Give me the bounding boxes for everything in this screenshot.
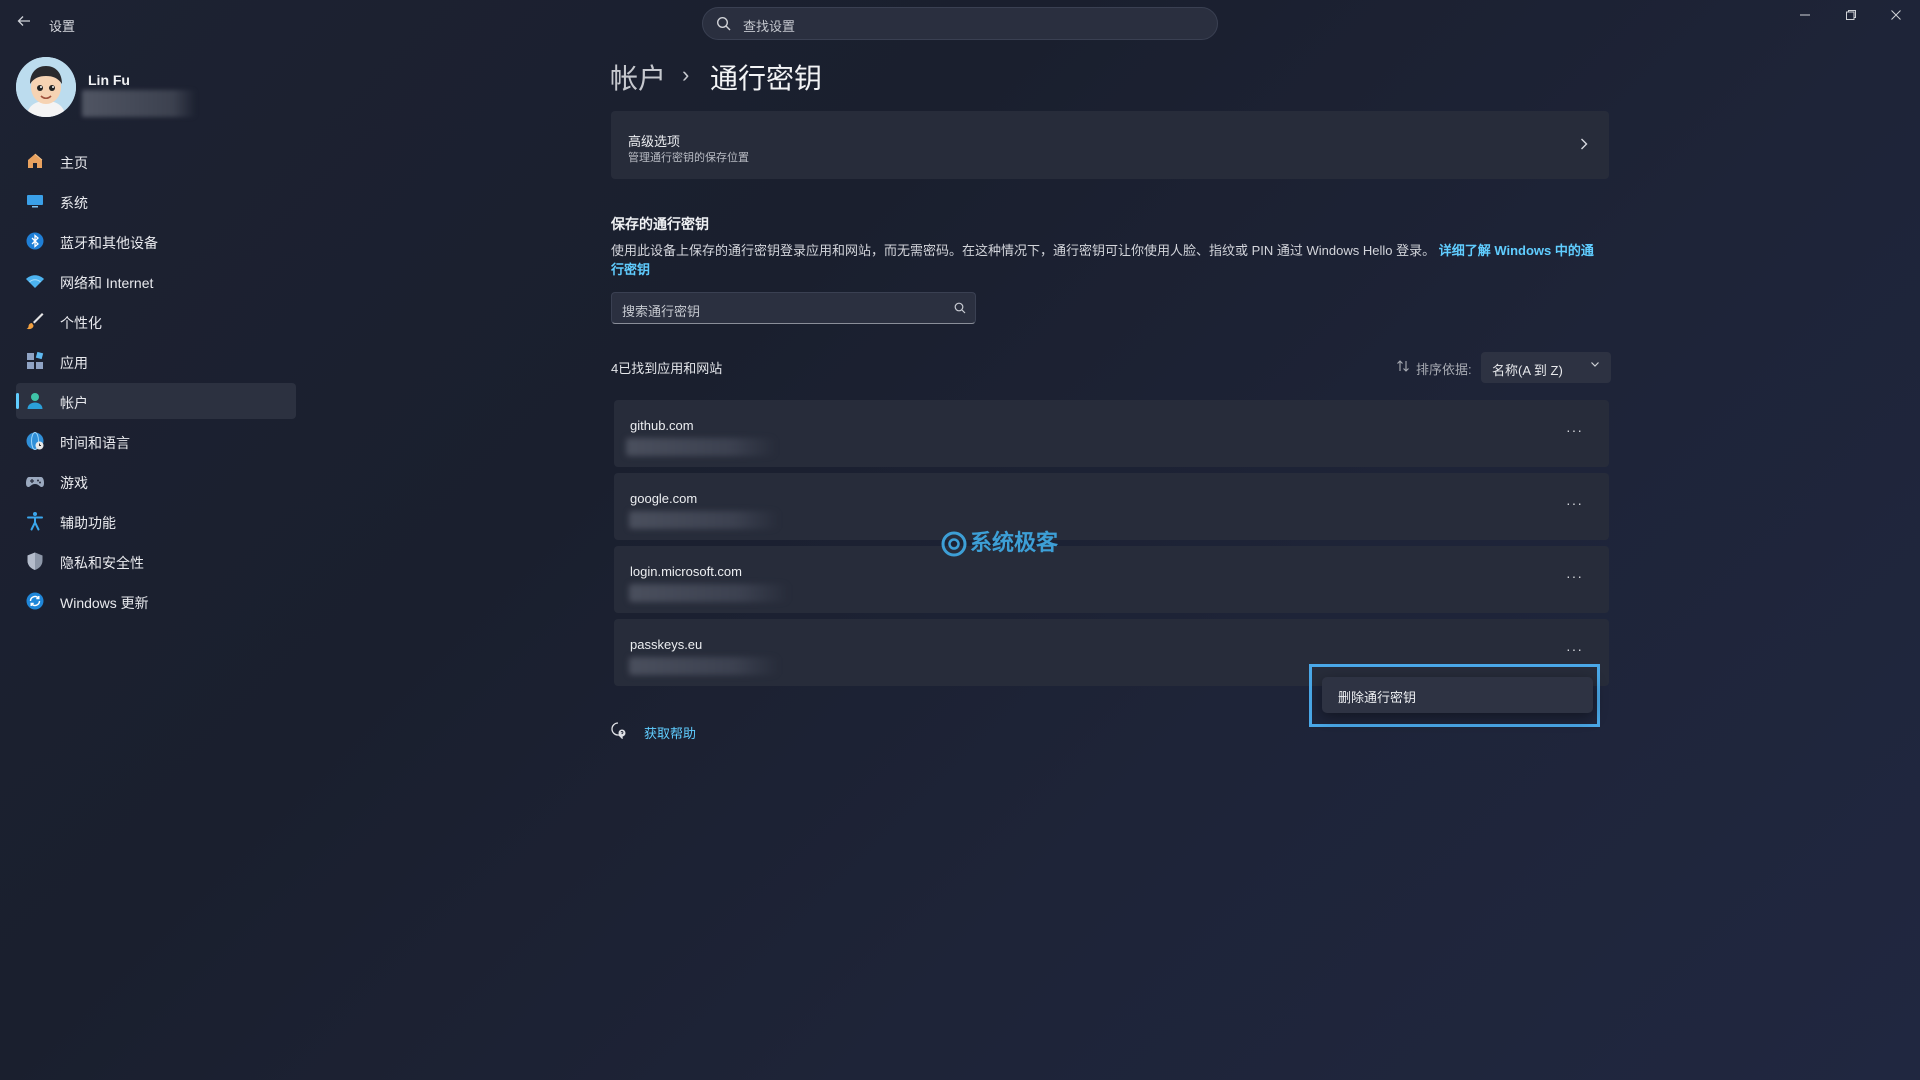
- search-placeholder: 查找设置: [743, 19, 796, 34]
- chevron-right-icon: [1578, 137, 1590, 156]
- back-arrow-icon: [17, 16, 30, 26]
- avatar-cartoon-icon: [16, 57, 76, 117]
- sidebar-item-label: 系统: [60, 195, 88, 211]
- help-icon: [611, 722, 626, 739]
- passkey-site: login.microsoft.com: [630, 564, 742, 579]
- sidebar-item-label: 隐私和安全性: [60, 555, 144, 571]
- section-description: 使用此设备上保存的通行密钥登录应用和网站，而无需密码。在这种情况下，通行密钥可让…: [611, 241, 1601, 279]
- description-text: 使用此设备上保存的通行密钥登录应用和网站，而无需密码。在这种情况下，通行密钥可让…: [611, 243, 1436, 258]
- list-item[interactable]: github.com ···: [614, 400, 1609, 467]
- sidebar-item-windows-update[interactable]: Windows 更新: [16, 583, 296, 619]
- active-indicator: [16, 393, 19, 409]
- system-icon: [27, 195, 43, 208]
- more-options-button[interactable]: ···: [1566, 422, 1583, 438]
- sort-label: 排序依据:: [1416, 362, 1472, 377]
- bluetooth-icon: [26, 232, 44, 250]
- page-title: 通行密钥: [710, 63, 823, 94]
- passkey-site: github.com: [630, 418, 694, 433]
- sidebar-item-label: 个性化: [60, 315, 102, 331]
- minimize-button[interactable]: [1793, 8, 1817, 26]
- sidebar-item-label: 辅助功能: [60, 515, 116, 531]
- passkey-username-redacted: [629, 584, 789, 602]
- passkey-search-input[interactable]: 搜索通行密钥: [611, 292, 976, 324]
- sidebar-item-system[interactable]: 系统: [16, 183, 296, 219]
- delete-passkey-menu-item[interactable]: 删除通行密钥: [1338, 687, 1416, 706]
- user-email-redacted: [82, 90, 196, 117]
- sidebar-item-privacy[interactable]: 隐私和安全性: [16, 543, 296, 579]
- account-icon: [27, 393, 43, 409]
- watermark-logo-icon: [941, 531, 967, 557]
- sidebar-item-personalization[interactable]: 个性化: [16, 303, 296, 339]
- breadcrumb-separator: ›: [682, 62, 690, 87]
- home-icon: [28, 153, 43, 168]
- sidebar-item-accessibility[interactable]: 辅助功能: [16, 503, 296, 539]
- close-icon: [1891, 10, 1901, 20]
- gamepad-icon: [26, 477, 44, 487]
- advanced-options-title: 高级选项: [628, 134, 681, 149]
- sidebar-item-label: Windows 更新: [60, 595, 149, 611]
- sidebar-item-gaming[interactable]: 游戏: [16, 463, 296, 499]
- avatar[interactable]: [16, 57, 76, 117]
- passkey-username-redacted: [629, 657, 779, 675]
- sidebar-item-label: 蓝牙和其他设备: [60, 235, 158, 251]
- search-icon: [716, 16, 731, 31]
- app-title: 设置: [49, 19, 76, 34]
- sidebar-item-bluetooth[interactable]: 蓝牙和其他设备: [16, 223, 296, 259]
- sidebar-item-network[interactable]: 网络和 Internet: [16, 263, 296, 299]
- passkey-search-placeholder: 搜索通行密钥: [622, 304, 701, 319]
- watermark: 系统极客: [940, 525, 1058, 558]
- sidebar-item-home[interactable]: 主页: [16, 143, 296, 179]
- context-menu: 删除通行密钥: [1322, 677, 1593, 713]
- sidebar-item-label: 主页: [60, 155, 88, 171]
- sort-icon: [1396, 359, 1410, 376]
- apps-icon: [27, 351, 44, 369]
- wifi-icon: [26, 275, 44, 288]
- passkey-site: google.com: [630, 491, 698, 506]
- passkey-username-redacted: [626, 438, 776, 456]
- advanced-options-subtitle: 管理通行密钥的保存位置: [628, 152, 749, 164]
- passkey-site: passkeys.eu: [630, 637, 703, 652]
- shield-icon: [27, 552, 43, 570]
- accessibility-icon: [27, 512, 43, 531]
- sidebar-item-label: 网络和 Internet: [60, 275, 154, 291]
- user-name: Lin Fu: [88, 72, 130, 88]
- search-icon: [954, 302, 966, 314]
- sort-dropdown[interactable]: 名称(A 到 Z): [1481, 352, 1611, 383]
- advanced-options-card[interactable]: [611, 111, 1609, 179]
- minimize-icon: [1800, 14, 1810, 16]
- breadcrumb-parent[interactable]: 帐户: [610, 57, 666, 97]
- section-title: 保存的通行密钥: [611, 216, 709, 232]
- watermark-text: 系统极客: [970, 530, 1059, 555]
- more-options-button[interactable]: ···: [1566, 568, 1583, 584]
- chevron-down-icon: [1590, 359, 1600, 372]
- sidebar-item-apps[interactable]: 应用: [16, 343, 296, 379]
- back-button[interactable]: [14, 14, 34, 34]
- more-options-button[interactable]: ···: [1566, 495, 1583, 511]
- sidebar-item-label: 时间和语言: [60, 435, 130, 451]
- get-help-link[interactable]: 获取帮助: [644, 723, 696, 742]
- sidebar-item-label: 游戏: [60, 475, 88, 491]
- sidebar-item-time-language[interactable]: 时间和语言: [16, 423, 296, 459]
- restore-icon: [1846, 10, 1856, 20]
- list-item[interactable]: google.com ···: [614, 473, 1609, 540]
- globe-clock-icon: [26, 432, 44, 450]
- close-button[interactable]: [1884, 8, 1908, 26]
- settings-search-input[interactable]: 查找设置: [702, 7, 1218, 40]
- sidebar-item-label: 帐户: [60, 395, 88, 411]
- results-count: 4已找到应用和网站: [611, 361, 723, 376]
- list-item[interactable]: login.microsoft.com ···: [614, 546, 1609, 613]
- sort-dropdown-value: 名称(A 到 Z): [1492, 363, 1563, 378]
- brush-icon: [26, 313, 44, 330]
- sidebar-item-label: 应用: [60, 355, 88, 371]
- more-options-button[interactable]: ···: [1566, 641, 1583, 657]
- restore-button[interactable]: [1839, 8, 1863, 26]
- sidebar-item-accounts[interactable]: 帐户: [16, 383, 296, 419]
- update-icon: [26, 592, 44, 610]
- passkey-username-redacted: [629, 511, 779, 529]
